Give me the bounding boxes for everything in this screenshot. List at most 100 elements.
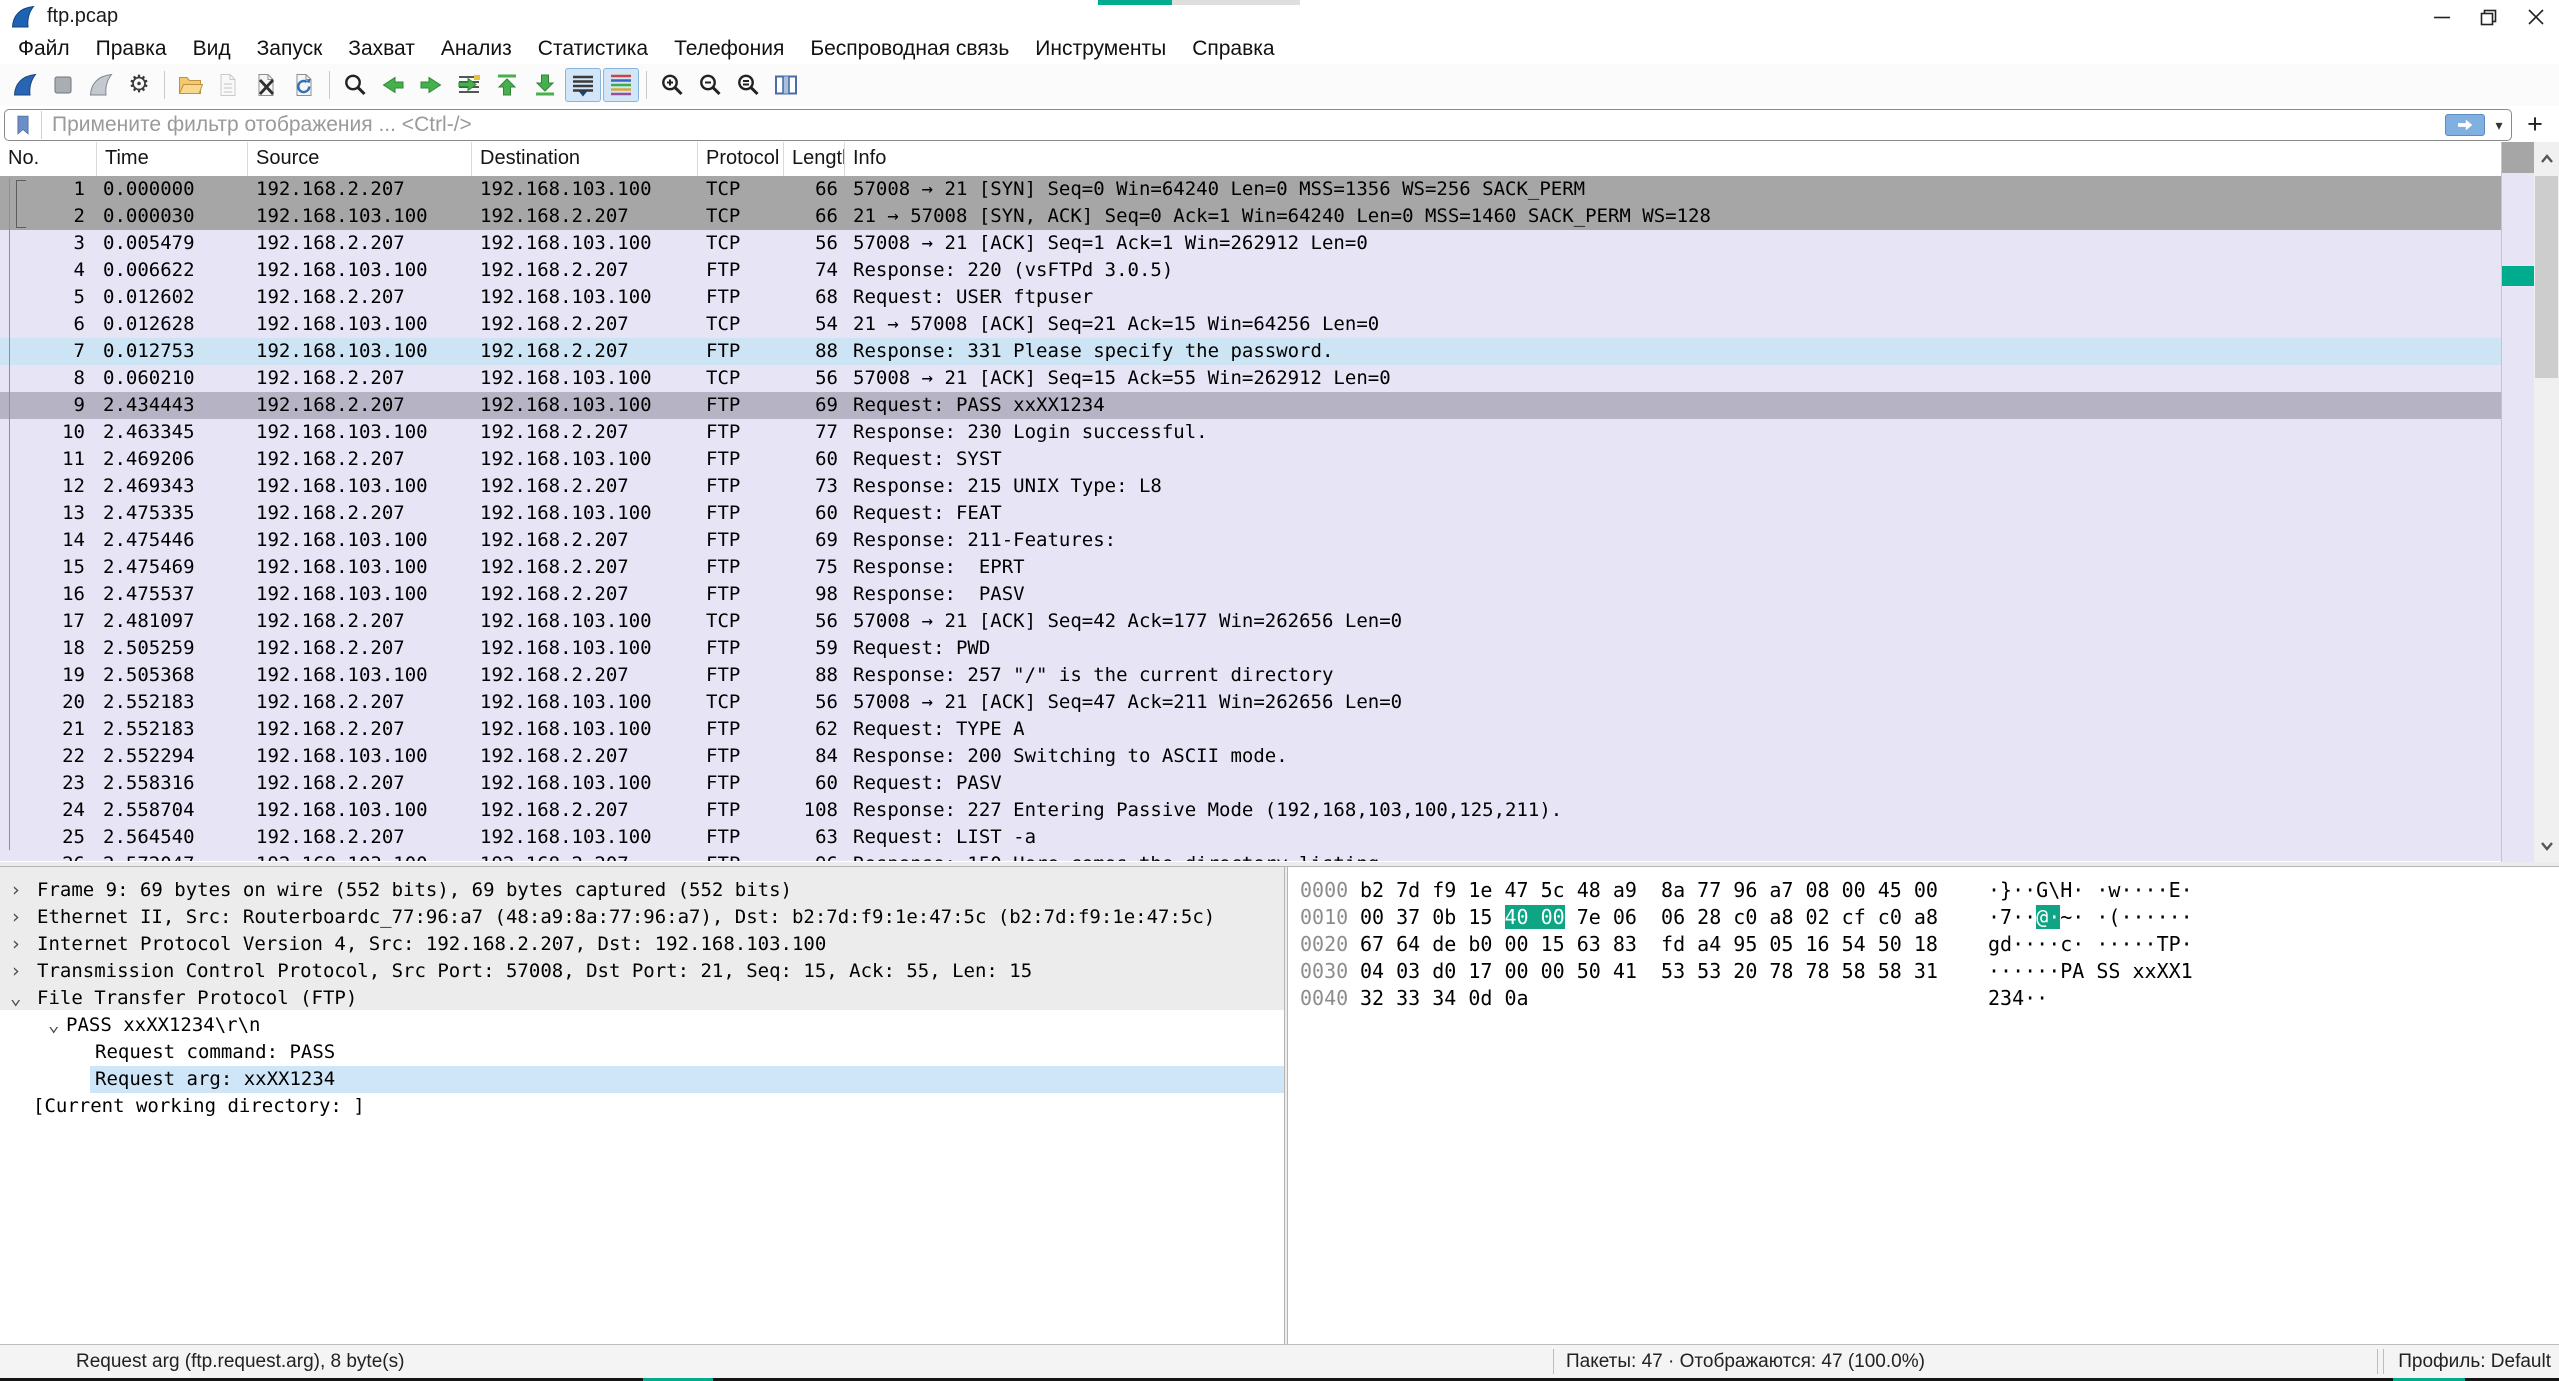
- menu-item-telephony[interactable]: Телефония: [661, 33, 797, 64]
- tree-expanded-arrow-icon[interactable]: ⌄: [48, 1012, 59, 1038]
- packet-row[interactable]: 262.572047192.168.103.100192.168.2.207FT…: [0, 851, 2502, 861]
- menu-item-file[interactable]: Файл: [5, 33, 83, 64]
- stop-capture-button[interactable]: [45, 68, 81, 102]
- previous-packet-button[interactable]: [375, 68, 411, 102]
- menu-item-view[interactable]: Вид: [180, 33, 244, 64]
- column-header-protocol[interactable]: Protocol: [698, 142, 784, 176]
- start-capture-button[interactable]: [7, 68, 43, 102]
- column-header-destination[interactable]: Destination: [472, 142, 698, 176]
- menu-item-go[interactable]: Запуск: [244, 33, 336, 64]
- packet-row[interactable]: 50.012602192.168.2.207192.168.103.100FTP…: [0, 284, 2502, 311]
- packet-row[interactable]: 232.558316192.168.2.207192.168.103.100FT…: [0, 770, 2502, 797]
- auto-scroll-toggle[interactable]: [565, 68, 601, 102]
- minimize-button[interactable]: [2418, 0, 2465, 33]
- column-header-no[interactable]: No.: [0, 142, 97, 176]
- tree-expanded-arrow-icon[interactable]: ⌄: [10, 985, 21, 1011]
- menu-item-capture[interactable]: Захват: [335, 33, 428, 64]
- menu-item-statistics[interactable]: Статистика: [525, 33, 661, 64]
- packet-row[interactable]: 152.475469192.168.103.100192.168.2.207FT…: [0, 554, 2502, 581]
- packet-row[interactable]: 122.469343192.168.103.100192.168.2.207FT…: [0, 473, 2502, 500]
- packet-row[interactable]: 20.000030192.168.103.100192.168.2.207TCP…: [0, 203, 2502, 230]
- capture-options-button[interactable]: ⚙: [121, 68, 157, 102]
- hex-line[interactable]: 004032 33 34 0d 0a234··: [1288, 985, 2559, 1012]
- zoom-in-button[interactable]: [654, 68, 690, 102]
- detail-line[interactable]: Request arg: xxXX1234: [0, 1066, 1284, 1093]
- find-packet-button[interactable]: [337, 68, 373, 102]
- packet-row[interactable]: 162.475537192.168.103.100192.168.2.207FT…: [0, 581, 2502, 608]
- tree-collapsed-arrow-icon[interactable]: ›: [10, 958, 21, 984]
- menu-item-help[interactable]: Справка: [1179, 33, 1287, 64]
- hex-line[interactable]: 0000b2 7d f9 1e 47 5c 48 a9 8a 77 96 a7 …: [1288, 877, 2559, 904]
- packet-row[interactable]: 80.060210192.168.2.207192.168.103.100TCP…: [0, 365, 2502, 392]
- restore-button[interactable]: [2465, 0, 2512, 33]
- scrollbar-up-button[interactable]: [2534, 142, 2559, 175]
- column-header-length[interactable]: Length: [784, 142, 845, 176]
- zoom-out-button[interactable]: [692, 68, 728, 102]
- packet-row[interactable]: 40.006622192.168.103.100192.168.2.207FTP…: [0, 257, 2502, 284]
- packet-row[interactable]: 30.005479192.168.2.207192.168.103.100TCP…: [0, 230, 2502, 257]
- packet-row[interactable]: 60.012628192.168.103.100192.168.2.207TCP…: [0, 311, 2502, 338]
- packet-row[interactable]: 132.475335192.168.2.207192.168.103.100FT…: [0, 500, 2502, 527]
- hex-line[interactable]: 001000 37 0b 15 40 00 7e 06 06 28 c0 a8 …: [1288, 904, 2559, 931]
- menu-item-wireless[interactable]: Беспроводная связь: [797, 33, 1022, 64]
- first-packet-button[interactable]: [489, 68, 525, 102]
- menu-item-tools[interactable]: Инструменты: [1022, 33, 1179, 64]
- filter-add-button[interactable]: +: [2519, 108, 2551, 140]
- tree-collapsed-arrow-icon[interactable]: ›: [10, 904, 21, 930]
- intelligent-scrollbar-minimap[interactable]: [2501, 142, 2534, 862]
- colorize-toggle[interactable]: [603, 68, 639, 102]
- column-header-time[interactable]: Time: [97, 142, 248, 176]
- detail-line[interactable]: ›Ethernet II, Src: Routerboardc_77:96:a7…: [0, 904, 1284, 931]
- filter-apply-button[interactable]: [2445, 114, 2485, 136]
- packet-row[interactable]: 70.012753192.168.103.100192.168.2.207FTP…: [0, 338, 2502, 365]
- last-packet-button[interactable]: [527, 68, 563, 102]
- detail-line[interactable]: Request command: PASS: [0, 1039, 1284, 1066]
- go-to-packet-button[interactable]: [451, 68, 487, 102]
- packet-row[interactable]: 112.469206192.168.2.207192.168.103.100FT…: [0, 446, 2502, 473]
- packet-list-scrollbar[interactable]: [2534, 142, 2559, 862]
- tree-collapsed-arrow-icon[interactable]: ›: [10, 877, 21, 903]
- filter-dropdown-caret[interactable]: ▾: [2487, 117, 2511, 134]
- scrollbar-thumb[interactable]: [2535, 176, 2558, 378]
- open-file-button[interactable]: [172, 68, 208, 102]
- packet-row[interactable]: 142.475446192.168.103.100192.168.2.207FT…: [0, 527, 2502, 554]
- packet-row[interactable]: 212.552183192.168.2.207192.168.103.100FT…: [0, 716, 2502, 743]
- hex-line[interactable]: 002067 64 de b0 00 15 63 83 fd a4 95 05 …: [1288, 931, 2559, 958]
- reload-file-button[interactable]: [286, 68, 322, 102]
- filter-bookmark-icon[interactable]: [5, 111, 42, 139]
- next-packet-button[interactable]: [413, 68, 449, 102]
- expert-info-icon[interactable]: [12, 1351, 34, 1373]
- detail-line[interactable]: ›Transmission Control Protocol, Src Port…: [0, 958, 1284, 985]
- hex-line[interactable]: 003004 03 d0 17 00 00 50 41 53 53 20 78 …: [1288, 958, 2559, 985]
- packet-row[interactable]: 202.552183192.168.2.207192.168.103.100TC…: [0, 689, 2502, 716]
- packet-row[interactable]: 102.463345192.168.103.100192.168.2.207FT…: [0, 419, 2502, 446]
- save-file-button[interactable]: [210, 68, 246, 102]
- detail-line[interactable]: ⌄PASS xxXX1234\r\n: [0, 1012, 1284, 1039]
- detail-line[interactable]: ›Internet Protocol Version 4, Src: 192.1…: [0, 931, 1284, 958]
- capture-comment-icon[interactable]: [44, 1351, 66, 1373]
- menu-item-analyze[interactable]: Анализ: [428, 33, 525, 64]
- detail-line[interactable]: [Current working directory: ]: [0, 1093, 1284, 1120]
- packet-row[interactable]: 242.558704192.168.103.100192.168.2.207FT…: [0, 797, 2502, 824]
- packet-row[interactable]: 172.481097192.168.2.207192.168.103.100TC…: [0, 608, 2502, 635]
- zoom-reset-button[interactable]: [730, 68, 766, 102]
- status-profile[interactable]: Профиль: Default: [2398, 1345, 2551, 1378]
- close-button[interactable]: [2512, 0, 2559, 33]
- column-header-info[interactable]: Info: [845, 142, 2502, 176]
- menu-item-edit[interactable]: Правка: [83, 33, 180, 64]
- detail-line[interactable]: ⌄File Transfer Protocol (FTP): [0, 985, 1284, 1012]
- packet-row[interactable]: 10.000000192.168.2.207192.168.103.100TCP…: [0, 176, 2502, 203]
- packet-row[interactable]: 182.505259192.168.2.207192.168.103.100FT…: [0, 635, 2502, 662]
- packet-row[interactable]: 222.552294192.168.103.100192.168.2.207FT…: [0, 743, 2502, 770]
- packet-row[interactable]: 192.505368192.168.103.100192.168.2.207FT…: [0, 662, 2502, 689]
- packet-row[interactable]: 252.564540192.168.2.207192.168.103.100FT…: [0, 824, 2502, 851]
- column-header-source[interactable]: Source: [248, 142, 472, 176]
- scrollbar-down-button[interactable]: [2534, 829, 2559, 862]
- restart-capture-button[interactable]: [83, 68, 119, 102]
- resize-columns-button[interactable]: [768, 68, 804, 102]
- packet-row[interactable]: 92.434443192.168.2.207192.168.103.100FTP…: [0, 392, 2502, 419]
- tree-collapsed-arrow-icon[interactable]: ›: [10, 931, 21, 957]
- display-filter-input[interactable]: [42, 113, 2445, 137]
- detail-line[interactable]: ›Frame 9: 69 bytes on wire (552 bits), 6…: [0, 877, 1284, 904]
- close-file-button[interactable]: [248, 68, 284, 102]
